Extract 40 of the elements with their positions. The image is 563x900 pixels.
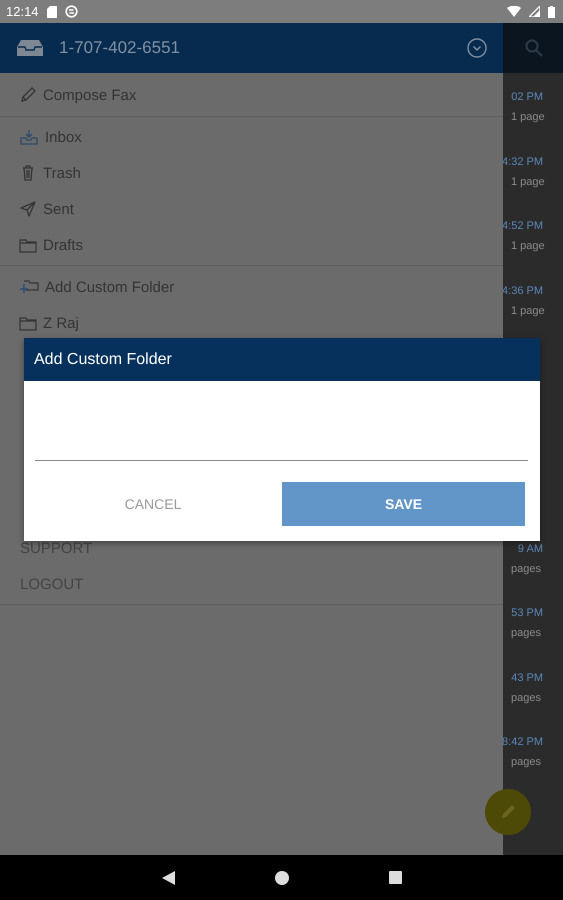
status-time: 12:14 — [6, 4, 39, 19]
signal-icon — [529, 6, 540, 17]
sd-card-icon — [46, 6, 57, 18]
fax-time: 9 AM — [518, 542, 543, 556]
save-button[interactable]: SAVE — [282, 482, 525, 526]
drawer-item[interactable]: Trash — [0, 155, 503, 191]
fax-time: 53 PM — [511, 606, 543, 621]
drawer-item[interactable]: Z Raj — [0, 305, 503, 341]
page-count: pages — [510, 755, 541, 770]
send-icon — [19, 200, 37, 218]
page-count: 1 page — [510, 304, 545, 318]
fax-time: 43 PM — [511, 670, 543, 686]
page-count: pages — [510, 562, 541, 576]
page-count: 1 page — [510, 239, 545, 254]
folder-icon — [19, 315, 37, 331]
pencil-icon — [19, 86, 37, 104]
recents-icon[interactable] — [388, 871, 402, 884]
folder-icon — [19, 237, 37, 253]
page-count: 1 page — [510, 110, 545, 125]
add-folder-icon — [19, 278, 39, 296]
inbox-tray-icon — [17, 40, 43, 56]
cancel-button[interactable]: CANCEL — [24, 482, 282, 526]
page-count: pages — [510, 690, 541, 706]
sync-icon — [64, 5, 78, 18]
account-number: 1-707-402-6551 — [59, 38, 181, 58]
drawer-item[interactable]: Add Custom Folder — [0, 269, 503, 305]
back-icon[interactable] — [162, 870, 174, 884]
home-icon[interactable] — [274, 870, 288, 884]
dropdown-icon[interactable] — [467, 38, 487, 58]
drawer-item[interactable]: Inbox — [0, 119, 503, 155]
inbox-icon — [19, 128, 39, 146]
fax-time: 02 PM — [511, 90, 543, 105]
dialog-title: Add Custom Folder — [24, 338, 540, 381]
wifi-icon — [507, 6, 521, 17]
page-count: 1 page — [510, 174, 545, 190]
drawer-item[interactable]: Compose Fax — [0, 77, 503, 113]
drawer-item[interactable]: Drafts — [0, 227, 503, 263]
page-count: pages — [510, 626, 541, 641]
battery-icon — [548, 6, 555, 18]
drawer-item[interactable]: Sent — [0, 191, 503, 227]
